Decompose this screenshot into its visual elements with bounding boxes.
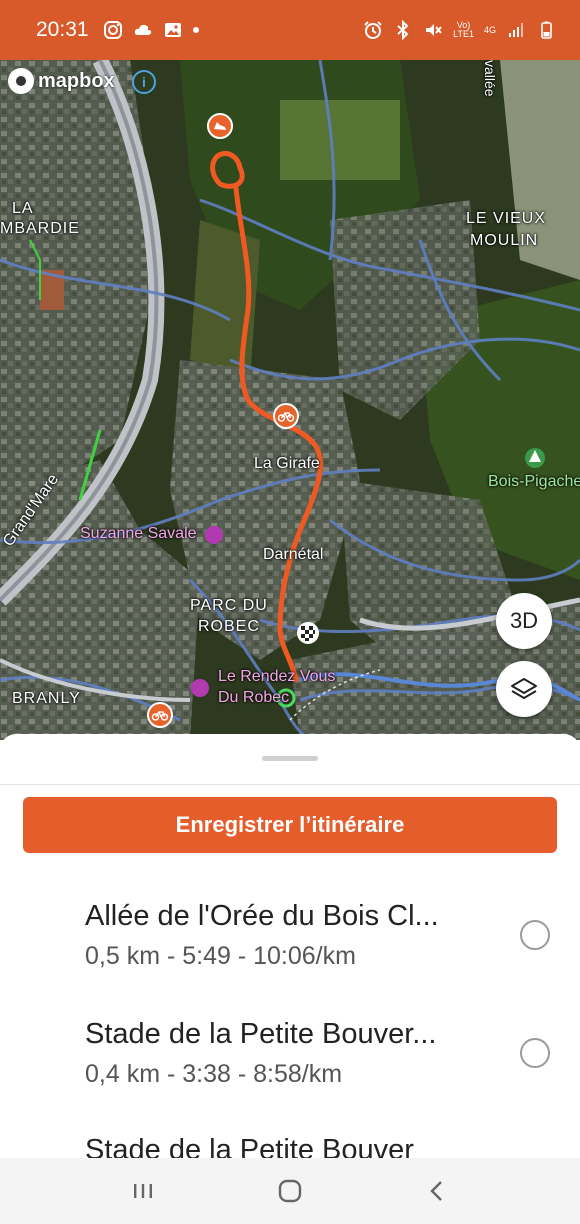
mapbox-text: mapbox	[38, 69, 115, 92]
recent-apps-button[interactable]	[123, 1171, 163, 1211]
status-bar: 20:31 Vo) LTE1 4G	[0, 0, 580, 60]
map-label-rendez-vous: Le Rendez Vous	[218, 668, 336, 685]
route-title: Allée de l'Orée du Bois Cl...	[85, 900, 439, 932]
satellite-map	[0, 60, 580, 740]
map-label-darnetal: Darnétal	[263, 546, 324, 563]
route-start-marker[interactable]	[207, 113, 233, 139]
bike-marker[interactable]	[147, 702, 173, 728]
home-icon	[278, 1179, 302, 1203]
route-stats: 0,4 km - 3:38 - 8:58/km	[85, 1060, 343, 1088]
bike-icon	[151, 711, 169, 721]
back-button[interactable]	[417, 1171, 457, 1211]
map-label-bois-pigache: Bois-Pigache	[488, 473, 580, 490]
mapbox-logo-icon	[8, 68, 34, 94]
alarm-icon	[363, 20, 383, 40]
map-label-parc-du: PARC DU	[190, 597, 268, 614]
map-label-robec: ROBEC	[198, 618, 260, 635]
shoe-icon	[214, 122, 226, 130]
status-icons-left	[103, 20, 199, 40]
system-nav-bar	[0, 1158, 580, 1224]
map-label-le-vieux: LE VIEUX	[466, 210, 547, 227]
recent-apps-icon	[134, 1184, 153, 1198]
signal-icon	[506, 20, 526, 40]
route-title: Stade de la Petite Bouver...	[85, 1018, 437, 1050]
mapbox-logo: mapbox	[8, 68, 115, 94]
map-label-la: LA	[12, 200, 34, 217]
route-list-item[interactable]: Stade de la Petite Bouver	[0, 1134, 580, 1158]
info-icon[interactable]: i	[132, 70, 156, 94]
route-title: Stade de la Petite Bouver	[85, 1134, 414, 1158]
bottom-sheet[interactable]: Enregistrer l’itinéraire Allée de l'Orée…	[0, 734, 580, 1158]
status-time: 20:31	[36, 18, 89, 41]
save-route-button[interactable]: Enregistrer l’itinéraire	[23, 797, 557, 853]
map-label-mbardie: MBARDIE	[0, 220, 80, 237]
bike-icon	[277, 412, 295, 422]
gallery-icon	[163, 20, 183, 40]
map-label-moulin: MOULIN	[470, 232, 539, 249]
map-label-branly: BRANLY	[12, 690, 81, 707]
mute-icon	[423, 20, 443, 40]
home-button[interactable]	[270, 1171, 310, 1211]
cloud-icon	[133, 20, 153, 40]
route-radio[interactable]	[520, 1038, 550, 1068]
bluetooth-icon	[393, 20, 413, 40]
3d-button[interactable]: 3D	[496, 593, 552, 649]
map-label-du-robec: Du Robec	[218, 689, 290, 706]
bike-marker[interactable]	[273, 403, 299, 429]
battery-icon	[536, 20, 556, 40]
volte-icon: Vo) LTE1	[453, 20, 474, 39]
layers-button[interactable]	[496, 661, 552, 717]
back-icon	[429, 1181, 442, 1201]
route-list-item[interactable]: Stade de la Petite Bouver... 0,4 km - 3:…	[0, 1018, 580, 1136]
status-icons-right: Vo) LTE1 4G	[363, 20, 556, 40]
map-label-suzanne-savale: Suzanne Savale	[80, 525, 197, 542]
route-stats: 0,5 km - 5:49 - 10:06/km	[85, 942, 356, 970]
layers-icon	[511, 678, 537, 699]
notification-dot	[192, 27, 199, 33]
drag-handle[interactable]	[262, 756, 318, 761]
map-label-vallee: vallée	[482, 60, 498, 97]
4g-icon: 4G	[483, 24, 496, 35]
instagram-icon	[103, 20, 123, 40]
route-radio[interactable]	[520, 920, 550, 950]
map-label-la-girafe: La Girafe	[254, 455, 320, 472]
route-list-item[interactable]: Allée de l'Orée du Bois Cl... 0,5 km - 5…	[0, 900, 580, 1018]
divider	[0, 784, 580, 785]
map-view[interactable]: mapbox i LA MBARDIE LE VIEUX MOULIN La G…	[0, 60, 580, 740]
